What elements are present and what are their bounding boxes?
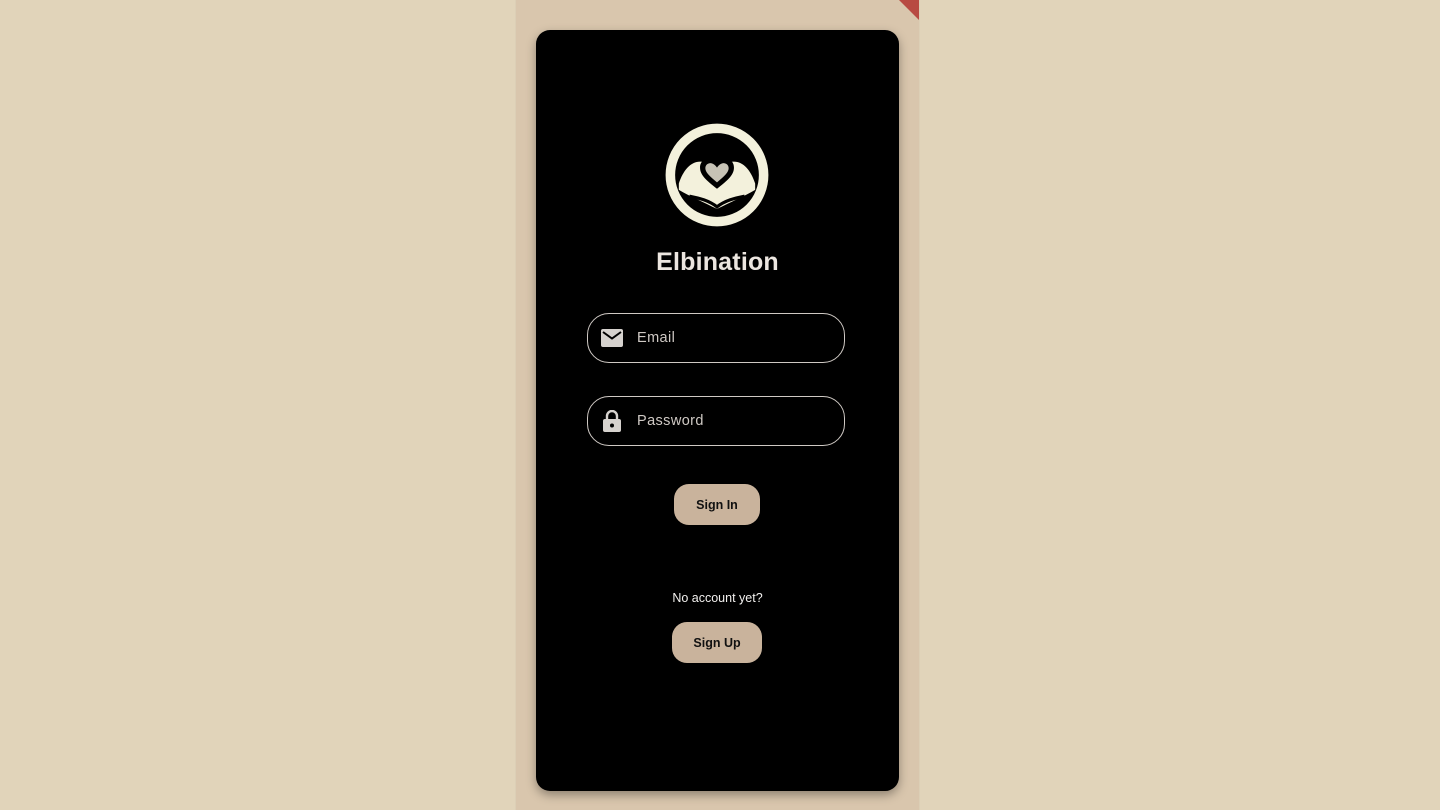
sign-in-button[interactable]: Sign In [674,484,760,525]
mail-icon [600,326,624,350]
lock-icon [600,409,624,433]
no-account-text: No account yet? [672,591,763,605]
email-input[interactable] [637,330,827,346]
password-input[interactable] [637,413,827,429]
debug-banner [899,0,919,20]
app-window: Elbination Sign In No account yet? [0,0,1440,810]
app-title: Elbination [656,248,779,276]
login-card: Elbination Sign In No account yet? [536,30,899,791]
password-field[interactable] [587,396,845,446]
heart-hands-logo-icon [665,123,769,227]
email-field[interactable] [587,313,845,363]
sign-up-button[interactable]: Sign Up [672,622,762,663]
